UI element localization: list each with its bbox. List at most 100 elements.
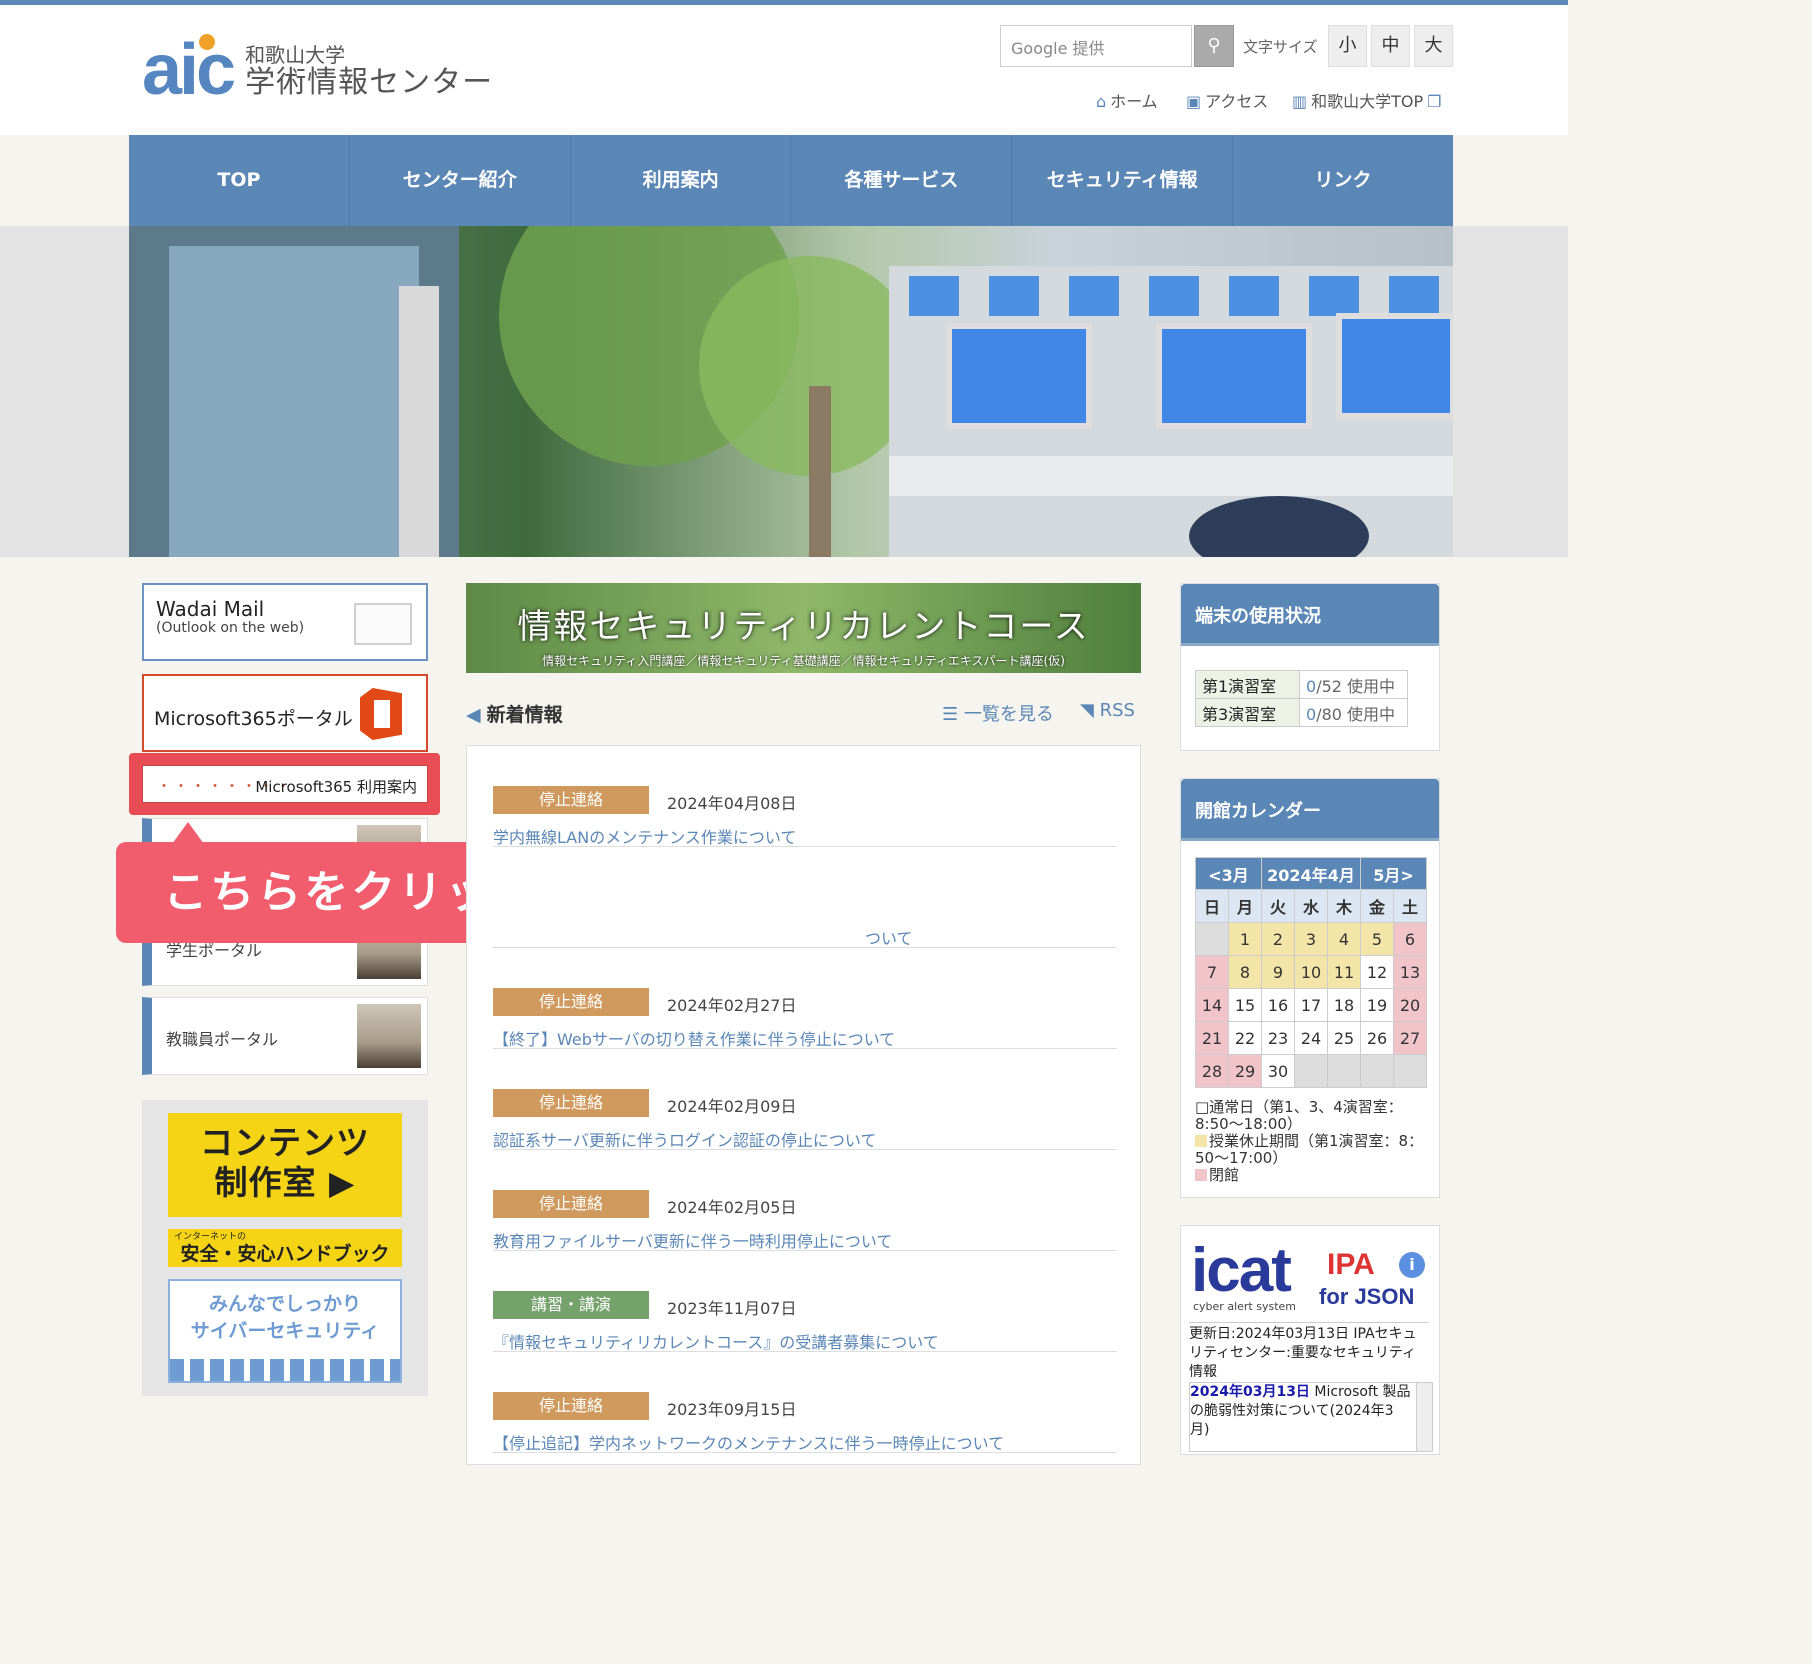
info-icon[interactable]: i <box>1399 1252 1425 1278</box>
view-all-link[interactable]: ☰ 一覧を見る <box>942 700 1054 726</box>
weekday-header: 木 <box>1327 889 1361 923</box>
weekday-header: 土 <box>1393 889 1427 923</box>
calendar-day: 24 <box>1294 1021 1328 1055</box>
weekday-header: 水 <box>1294 889 1328 923</box>
staff-portal-link[interactable]: 教職員ポータル <box>142 997 428 1075</box>
microsoft365-guide-link[interactable]: ・・・・・・・・ Microsoft365 利用案内 <box>142 765 428 803</box>
rss-link[interactable]: ◥ RSS <box>1080 700 1135 721</box>
wadai-mail-link[interactable]: Wadai Mail (Outlook on the web) <box>142 583 428 661</box>
calendar-day: 26 <box>1360 1021 1394 1055</box>
aic-logo-mark: aic <box>142 30 236 110</box>
nav-center-intro[interactable]: センター紹介 <box>350 135 571 226</box>
home-icon: ⌂ <box>1096 92 1107 111</box>
news-link[interactable]: 【停止追記】学内ネットワークのメンテナンスに伴う一時停止について <box>493 1430 1004 1454</box>
calendar-grid: <3月 2024年4月 5月> 日 月 火 水 木 金 土 1 2 3 4 5 … <box>1195 857 1427 1088</box>
calendar-day: 28 <box>1195 1054 1229 1088</box>
content-studio-banner[interactable]: コンテンツ 制作室 ▶ <box>168 1113 402 1217</box>
magnifier-icon: ⚲ <box>1207 35 1221 56</box>
weekday-header: 金 <box>1360 889 1394 923</box>
news-item: 停止連絡 2023年09月15日 【停止追記】学内ネットワークのメンテナンスに伴… <box>493 1352 1117 1453</box>
calendar-day <box>1393 1054 1427 1088</box>
terminal-usage-panel: 端末の使用状況 第1演習室 0/52 使用中 第3演習室 0/80 使用中 <box>1180 583 1440 751</box>
font-size-large-button[interactable]: 大 <box>1414 25 1453 67</box>
nav-top[interactable]: TOP <box>129 135 350 226</box>
search-input[interactable]: Google 提供 <box>1000 25 1192 67</box>
news-tag: 停止連絡 <box>493 988 649 1016</box>
news-item: 講習・講演 2023年11月07日 『情報セキュリティリカレントコース』の受講者… <box>493 1251 1117 1352</box>
news-link[interactable]: 学内無線LANのメンテナンス作業について <box>493 824 796 848</box>
room-name: 第3演習室 <box>1195 698 1300 727</box>
calendar-day: 17 <box>1294 988 1328 1022</box>
search-button[interactable]: ⚲ <box>1194 25 1234 67</box>
cybersecurity-banner[interactable]: みんなでしっかり サイバーセキュリティ <box>168 1279 402 1383</box>
news-item: 停止連絡 2024年02月27日 【終了】Webサーバの切り替え作業に伴う停止に… <box>493 948 1117 1049</box>
feed-scrollbar[interactable] <box>1416 1383 1432 1451</box>
news-tag: 停止連絡 <box>493 1190 649 1218</box>
pink-legend-swatch <box>1195 1169 1207 1181</box>
safety-handbook-banner[interactable]: インターネットの 安全・安心ハンドブック <box>168 1229 402 1267</box>
calendar-day: 12 <box>1360 955 1394 989</box>
weekday-header: 月 <box>1228 889 1262 923</box>
calendar-day: 9 <box>1261 955 1295 989</box>
weekday-header: 火 <box>1261 889 1295 923</box>
classroom-photo <box>357 1004 421 1068</box>
icat-updated: 更新日:2024年03月13日 IPAセキュリティセンター:重要なセキュリティ情… <box>1189 1322 1429 1382</box>
logo-university: 和歌山大学 <box>245 43 346 67</box>
calendar-day: 7 <box>1195 955 1229 989</box>
nav-services[interactable]: 各種サービス <box>791 135 1013 226</box>
rss-icon: ◥ <box>1080 700 1100 721</box>
font-size-medium-button[interactable]: 中 <box>1371 25 1410 67</box>
calendar-day: 8 <box>1228 955 1262 989</box>
nav-usage-guide[interactable]: 利用案内 <box>571 135 792 226</box>
calendar-day: 23 <box>1261 1021 1295 1055</box>
news-item: 停止連絡 2024年02月09日 認証系サーバ更新に伴うログイン認証の停止につい… <box>493 1049 1117 1150</box>
calendar-day: 1 <box>1228 922 1262 956</box>
icat-logo[interactable]: icat <box>1191 1240 1292 1302</box>
current-month: 2024年4月 <box>1261 857 1361 890</box>
calendar-day: 10 <box>1294 955 1328 989</box>
room-name: 第1演習室 <box>1195 670 1300 699</box>
next-month-link[interactable]: 5月> <box>1360 857 1427 890</box>
train-icon: ▣ <box>1186 92 1202 111</box>
logo-center-name: 学術情報センター <box>245 65 494 100</box>
calendar-day: 18 <box>1327 988 1361 1022</box>
video-camera-icon: ▶ <box>329 1163 356 1202</box>
news-link[interactable]: ついて <box>865 925 913 949</box>
town-illustration <box>170 1359 400 1381</box>
prev-month-link[interactable]: <3月 <box>1195 857 1262 890</box>
security-recurrent-banner[interactable]: 情報セキュリティリカレントコース 情報セキュリティ入門講座／情報セキュリティ基礎… <box>466 583 1141 673</box>
news-date: 2023年09月15日 <box>667 1400 797 1419</box>
calendar-day: 4 <box>1327 922 1361 956</box>
calendar-day: 19 <box>1360 988 1394 1022</box>
ipa-logo: IPA <box>1327 1248 1375 1281</box>
access-link[interactable]: ▣ アクセス <box>1186 88 1268 112</box>
news-link[interactable]: 『情報セキュリティリカレントコース』の受講者募集について <box>493 1329 939 1353</box>
nav-links[interactable]: リンク <box>1233 135 1453 226</box>
callout-pointer <box>172 822 204 844</box>
calendar-day: 5 <box>1360 922 1394 956</box>
building-icon: ▥ <box>1292 92 1308 111</box>
font-size-small-button[interactable]: 小 <box>1328 25 1367 67</box>
usage-title: 端末の使用状況 <box>1181 584 1439 646</box>
university-top-link[interactable]: ▥ 和歌山大学TOP ❐ <box>1292 88 1446 112</box>
calendar-day <box>1360 1054 1394 1088</box>
news-link[interactable]: 認証系サーバ更新に伴うログイン認証の停止について <box>493 1127 876 1151</box>
news-tag: 講習・講演 <box>493 1291 649 1319</box>
nav-security-info[interactable]: セキュリティ情報 <box>1012 135 1234 226</box>
hero-illustration <box>129 226 1453 557</box>
home-link[interactable]: ⌂ ホーム <box>1096 88 1158 112</box>
list-icon: ☰ <box>942 704 964 725</box>
news-link[interactable]: 教育用ファイルサーバ更新に伴う一時利用停止について <box>493 1228 892 1252</box>
news-date: 2024年02月05日 <box>667 1198 797 1217</box>
icat-feed[interactable]: 2024年03月13日 Microsoft 製品の脆弱性対策について(2024年… <box>1189 1382 1433 1452</box>
news-date: 2024年02月09日 <box>667 1097 797 1116</box>
icat-subtitle: cyber alert system <box>1193 1300 1296 1313</box>
news-date: 2024年04月08日 <box>667 794 797 813</box>
calendar-day: 22 <box>1228 1021 1262 1055</box>
site-logo[interactable]: aic 和歌山大学 学術情報センター <box>142 30 494 110</box>
office-logo-icon <box>360 688 402 740</box>
news-link[interactable]: 【終了】Webサーバの切り替え作業に伴う停止について <box>493 1026 895 1050</box>
calendar-day: 20 <box>1393 988 1427 1022</box>
microsoft365-portal-link[interactable]: Microsoft365ポータル <box>142 674 428 752</box>
calendar-day: 6 <box>1393 922 1427 956</box>
